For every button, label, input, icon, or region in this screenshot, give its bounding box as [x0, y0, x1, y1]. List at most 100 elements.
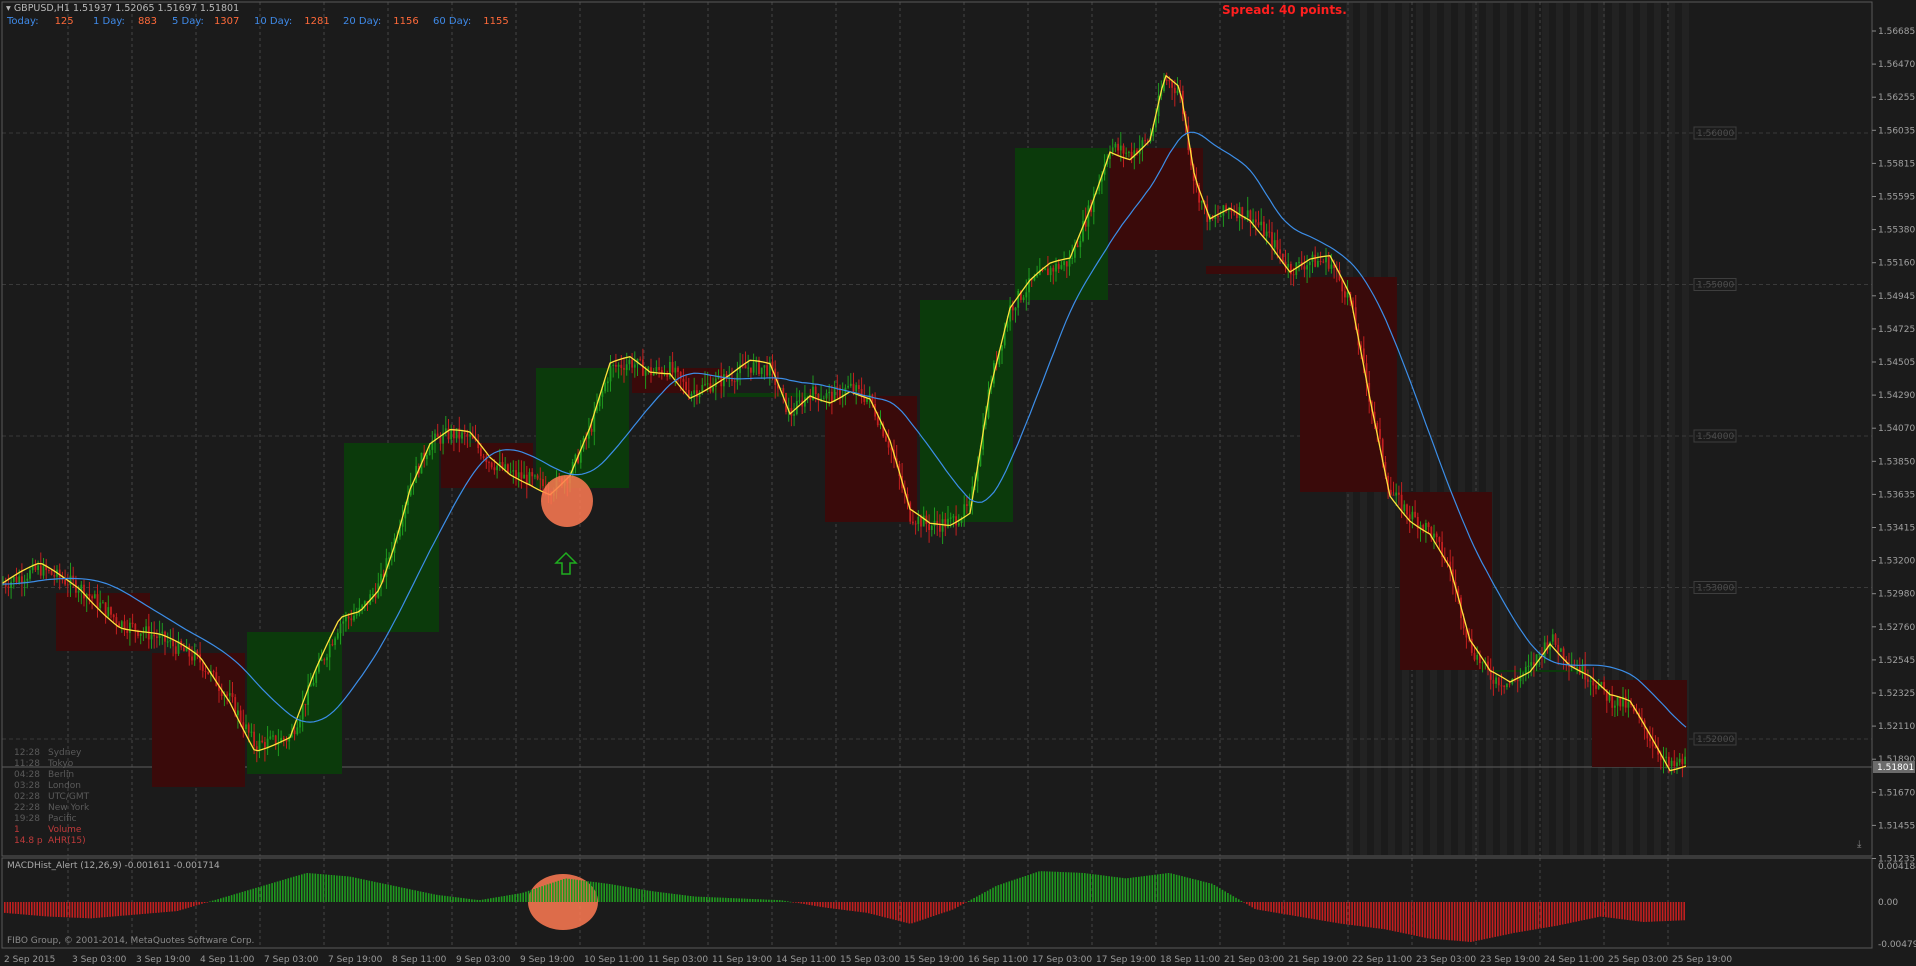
macd-bar — [211, 900, 214, 902]
candle-body — [920, 517, 922, 527]
candle-body — [10, 581, 12, 588]
candle-body — [1200, 200, 1203, 203]
candle-body — [490, 462, 493, 468]
macd-bar — [98, 902, 101, 918]
candle-body — [1168, 79, 1171, 82]
candle-body — [531, 472, 534, 477]
macd-bar — [395, 886, 398, 902]
macd-bar — [301, 874, 303, 902]
macd-bar — [959, 902, 962, 906]
candle-body — [48, 570, 50, 571]
macd-bar — [490, 898, 492, 902]
macd-bar — [214, 899, 217, 902]
candle-body — [1500, 685, 1503, 687]
candle-body — [507, 464, 509, 473]
collapse-icon[interactable]: ▾ — [6, 3, 11, 14]
macd-bar — [179, 902, 182, 911]
macd-bar — [1162, 873, 1164, 902]
macd-bar — [970, 899, 973, 902]
candle-body — [261, 740, 264, 743]
spread-label: Spread: 40 points. — [1222, 3, 1347, 17]
macd-bar — [765, 899, 767, 902]
macd-bar — [368, 880, 371, 902]
macd-bar — [1683, 902, 1685, 921]
macd-bar — [598, 882, 600, 902]
candle-body — [1273, 240, 1276, 248]
shade-column — [1542, 3, 1549, 855]
macd-bar — [1227, 893, 1229, 902]
price-label: 1.55595 — [1878, 193, 1915, 203]
macd-bar — [1138, 876, 1140, 902]
candle-body — [590, 428, 593, 432]
macd-bar — [1132, 877, 1135, 902]
macd-bar — [306, 873, 308, 902]
candle-body — [1341, 280, 1344, 292]
macd-bar — [1578, 902, 1580, 922]
time-label: 15 Sep 03:00 — [840, 955, 900, 965]
round-level-label: 1.55000 — [1697, 281, 1734, 291]
macd-bar — [652, 891, 654, 902]
candle-body — [37, 565, 39, 570]
macd-bar — [406, 888, 408, 902]
macd-bar — [797, 902, 800, 904]
macd-bar — [166, 902, 168, 912]
macd-bar — [787, 901, 789, 902]
macd-bar — [90, 902, 92, 919]
candle-body — [126, 630, 129, 633]
macd-bar — [984, 892, 986, 902]
macd-bar — [238, 892, 241, 902]
macd-bar — [1327, 902, 1329, 922]
candle-body — [1376, 423, 1379, 430]
macd-bar — [1143, 876, 1145, 902]
candle-body — [539, 478, 542, 480]
candle-body — [760, 367, 763, 374]
macd-bar — [1084, 873, 1086, 902]
macd-bar — [1264, 902, 1267, 911]
macd-bar — [1640, 902, 1642, 922]
candle-body — [1314, 254, 1317, 267]
macd-bar — [1448, 902, 1451, 941]
candle-body — [482, 456, 485, 458]
macd-bar — [1275, 902, 1278, 913]
macd-bar — [997, 885, 1000, 902]
candle-body — [520, 472, 523, 479]
macd-bar — [244, 891, 246, 902]
macd-bar — [641, 889, 643, 902]
macd-bar — [1202, 881, 1205, 902]
candle-body — [99, 602, 102, 608]
macd-bar — [557, 880, 560, 902]
candle-body — [1503, 685, 1506, 688]
macd-bar — [962, 902, 965, 904]
candle-body — [615, 364, 617, 367]
macd-bar — [854, 902, 857, 912]
candle-body — [1506, 683, 1508, 688]
macd-bar — [514, 894, 516, 902]
candle-body — [1592, 680, 1595, 686]
macd-bar — [1291, 902, 1294, 916]
candle-body — [930, 525, 933, 530]
candle-body — [18, 576, 21, 583]
candle-body — [77, 590, 80, 593]
macd-bar — [1386, 902, 1388, 930]
macd-bar — [1545, 902, 1548, 928]
macd-bar — [1526, 902, 1529, 931]
candle-body — [696, 390, 698, 397]
macd-bar — [263, 885, 265, 902]
macd-bar — [1051, 871, 1054, 902]
candle-body — [172, 640, 174, 647]
day-range-box — [1494, 670, 1590, 672]
macd-bar — [922, 902, 924, 920]
candle-body — [1063, 261, 1065, 266]
clock-row: 19:28 Pacific — [14, 814, 77, 824]
candle-body — [207, 671, 210, 674]
macd-bar — [1518, 902, 1521, 932]
macd-bar — [776, 900, 778, 902]
macd-bar — [1302, 902, 1305, 918]
candle-body — [528, 472, 531, 485]
macd-bar — [1505, 902, 1507, 935]
price-chart[interactable]: 1.56000 1.55000 1.54000 1.53000 1.52000 ⤓ 2 … — [0, 0, 1916, 966]
macd-bar — [152, 902, 155, 914]
macd-bar — [711, 897, 713, 902]
candle-body — [309, 685, 312, 687]
macd-bar — [1337, 902, 1340, 924]
